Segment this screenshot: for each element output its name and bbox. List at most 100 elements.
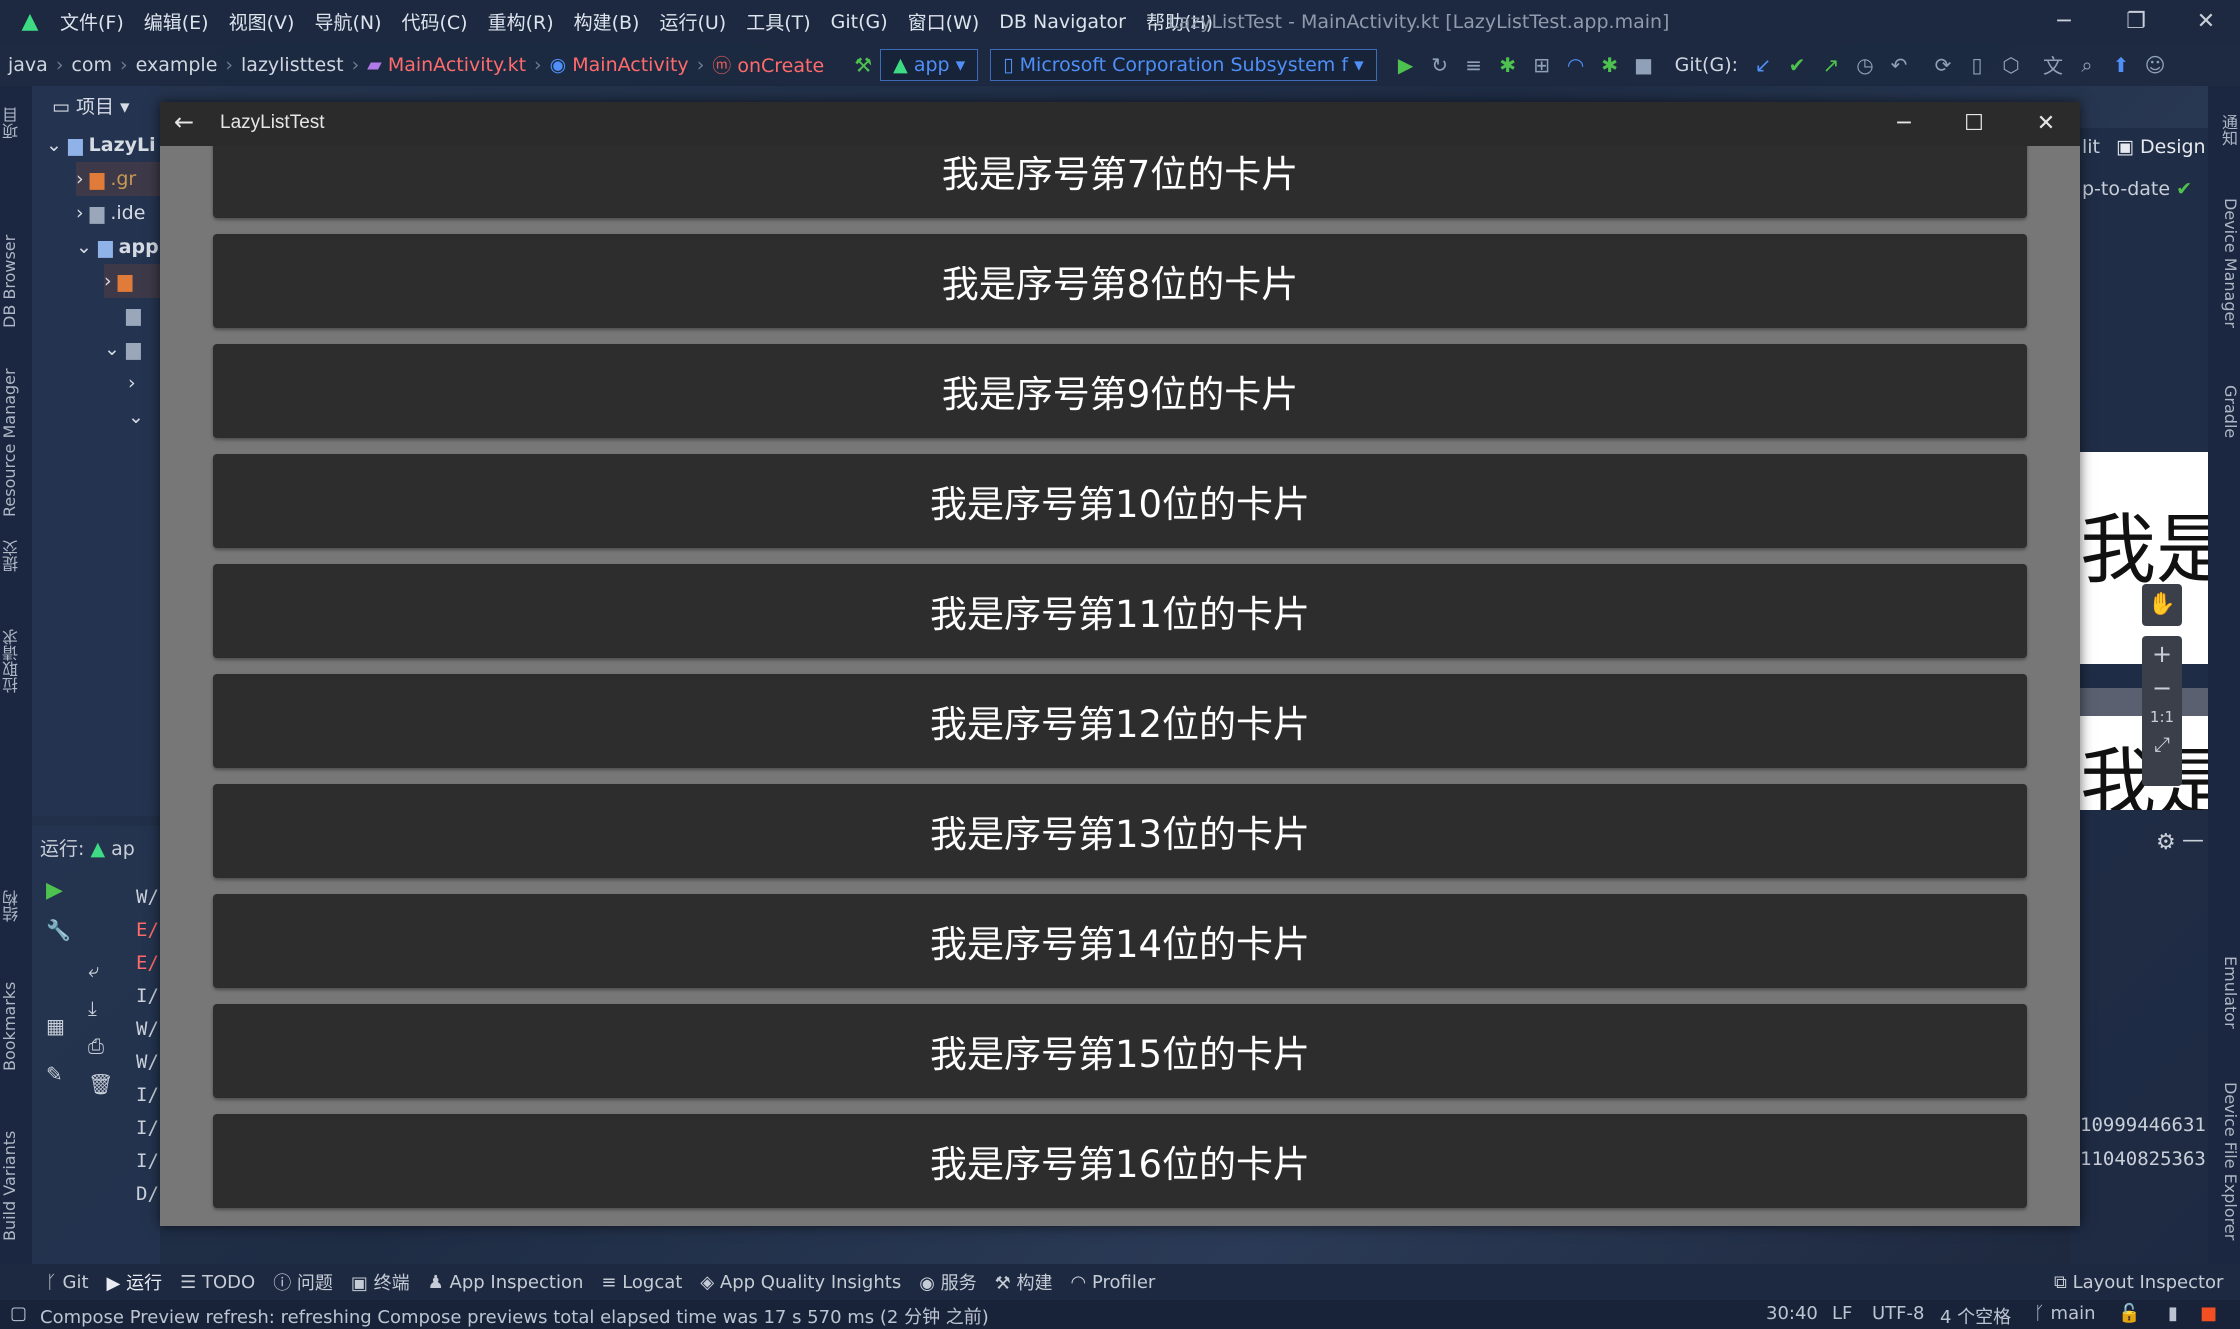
- tab-pull-requests[interactable]: 拉取请求: [0, 616, 32, 706]
- tab-project[interactable]: 项目: [0, 98, 32, 148]
- back-arrow-icon[interactable]: ←: [174, 108, 194, 136]
- menu-navigate[interactable]: 导航(N): [314, 8, 381, 35]
- settings-icon[interactable]: ⚙: [2156, 830, 2176, 855]
- menu-file[interactable]: 文件(F): [60, 8, 124, 35]
- layout-icon[interactable]: ▦: [46, 1014, 65, 1038]
- run-config-tab[interactable]: ap: [111, 838, 135, 860]
- sync-gradle-icon[interactable]: ⟳: [1926, 53, 1960, 77]
- tab-commit[interactable]: 提交: [0, 526, 32, 586]
- menu-git[interactable]: Git(G): [831, 11, 888, 33]
- hide-panel-icon[interactable]: —: [2182, 828, 2204, 853]
- memory-icon[interactable]: ▮: [2168, 1303, 2178, 1324]
- rerun-run-icon[interactable]: ▶: [46, 878, 63, 903]
- account-icon[interactable]: ☺: [2138, 53, 2172, 77]
- menu-code[interactable]: 代码(C): [401, 8, 467, 35]
- pan-hand-icon[interactable]: ✋: [2142, 584, 2182, 626]
- toolwin-aqi[interactable]: ◈ App Quality Insights: [700, 1272, 901, 1293]
- soft-wrap-icon[interactable]: ⤶: [88, 958, 99, 982]
- lock-icon[interactable]: 🔓: [2118, 1303, 2140, 1324]
- caret-position[interactable]: 30:40: [1766, 1303, 1818, 1324]
- toolwin-services[interactable]: ◉ 服务: [919, 1269, 976, 1295]
- list-card[interactable]: 我是序号第10位的卡片: [213, 454, 2027, 548]
- tab-device-manager[interactable]: Device Manager: [2208, 188, 2240, 338]
- toolwin-problems[interactable]: ⓘ 问题: [273, 1269, 333, 1295]
- zoom-reset[interactable]: 1:1: [2142, 708, 2182, 726]
- print-icon[interactable]: ⎙: [88, 1034, 104, 1058]
- rerun-icon[interactable]: ↻: [1423, 53, 1457, 77]
- zoom-in-icon[interactable]: +: [2142, 640, 2182, 668]
- tab-notifications[interactable]: 通知: [2208, 100, 2240, 160]
- toolwin-terminal[interactable]: ▣ 终端: [351, 1269, 410, 1295]
- list-card[interactable]: 我是序号第14位的卡片: [213, 894, 2027, 988]
- toolwin-app-inspection[interactable]: ♟ App Inspection: [428, 1272, 584, 1293]
- breadcrumb-example[interactable]: example: [136, 54, 218, 76]
- tree-item-libs[interactable]: ▆: [126, 298, 141, 332]
- lazy-column[interactable]: 我是序号第7位的卡片 我是序号第8位的卡片 我是序号第9位的卡片 我是序号第10…: [160, 146, 2080, 1226]
- restore-icon[interactable]: ❐: [2106, 4, 2166, 40]
- clear-icon[interactable]: 🗑: [88, 1072, 113, 1096]
- list-card[interactable]: 我是序号第13位的卡片: [213, 784, 2027, 878]
- list-card[interactable]: 我是序号第15位的卡片: [213, 1004, 2027, 1098]
- breadcrumb-lazylisttest[interactable]: lazylisttest: [241, 54, 344, 76]
- menu-view[interactable]: 视图(V): [229, 8, 295, 35]
- breadcrumb-class[interactable]: ◉ MainActivity: [550, 54, 689, 76]
- split-tab[interactable]: lit: [2082, 136, 2100, 158]
- list-card[interactable]: 我是序号第9位的卡片: [213, 344, 2027, 438]
- scroll-end-icon[interactable]: ⤓: [88, 996, 97, 1020]
- debug-icon[interactable]: ✱: [1491, 53, 1525, 77]
- tab-structure[interactable]: 结构: [0, 876, 32, 936]
- git-branch[interactable]: ᚴ main: [2034, 1303, 2096, 1324]
- build-hammer-icon[interactable]: ⚒: [846, 53, 880, 77]
- emulator-minimize-icon[interactable]: ─: [1876, 106, 1932, 142]
- breadcrumb-java[interactable]: java: [8, 54, 48, 76]
- tab-bookmarks[interactable]: Bookmarks: [0, 966, 32, 1086]
- tree-item-child-2[interactable]: ⌄: [128, 400, 144, 434]
- zoom-fit-icon[interactable]: ⤢: [2142, 732, 2182, 756]
- git-history-icon[interactable]: ◷: [1848, 53, 1882, 77]
- tree-item-gradle[interactable]: › ▆ .gr: [76, 162, 160, 196]
- emulator-maximize-icon[interactable]: ☐: [1946, 106, 2002, 142]
- line-separator[interactable]: LF: [1832, 1303, 1852, 1324]
- git-commit-icon[interactable]: ✔: [1780, 53, 1814, 77]
- tab-gradle[interactable]: Gradle: [2208, 372, 2240, 452]
- translate-icon[interactable]: 文: [2036, 50, 2070, 79]
- tree-item-src[interactable]: ⌄ ▆: [104, 332, 141, 366]
- tree-item-build[interactable]: › ▆: [104, 264, 160, 298]
- breadcrumb-file[interactable]: ▰ MainActivity.kt: [367, 54, 526, 76]
- menu-refactor[interactable]: 重构(R): [488, 8, 554, 35]
- toolwin-todo[interactable]: ☰ TODO: [180, 1272, 255, 1293]
- status-message[interactable]: Compose Preview refresh: refreshing Comp…: [40, 1303, 989, 1329]
- apply-changes-icon[interactable]: ≡: [1457, 53, 1491, 77]
- project-header[interactable]: ▭ 项目 ▾: [52, 90, 130, 124]
- toolwin-git[interactable]: ᚴ Git: [46, 1272, 89, 1293]
- git-push-icon[interactable]: ↗: [1814, 53, 1848, 77]
- status-toggle-icon[interactable]: ▢: [10, 1303, 27, 1324]
- list-card[interactable]: 我是序号第11位的卡片: [213, 564, 2027, 658]
- emulator-titlebar[interactable]: ← LazyListTest ─ ☐ ✕: [160, 102, 2080, 146]
- toolwin-profiler[interactable]: ◠ Profiler: [1071, 1272, 1156, 1293]
- tree-root[interactable]: ⌄ ▆ LazyLi: [46, 128, 156, 162]
- menu-edit[interactable]: 编辑(E): [144, 8, 209, 35]
- close-icon[interactable]: ✕: [2176, 4, 2236, 40]
- list-card[interactable]: 我是序号第12位的卡片: [213, 674, 2027, 768]
- menu-build[interactable]: 构建(B): [574, 8, 640, 35]
- design-tab[interactable]: ▣ Design: [2116, 136, 2206, 158]
- list-card[interactable]: 我是序号第8位的卡片: [213, 234, 2027, 328]
- run-icon[interactable]: ▶: [1389, 53, 1423, 77]
- git-rollback-icon[interactable]: ↶: [1882, 53, 1916, 77]
- stop-icon[interactable]: ■: [1627, 53, 1661, 77]
- menu-db-navigator[interactable]: DB Navigator: [999, 11, 1126, 33]
- tab-emulator[interactable]: Emulator: [2208, 942, 2240, 1042]
- profile-icon[interactable]: ◠: [1559, 53, 1593, 77]
- device-dropdown[interactable]: ▯ Microsoft Corporation Subsystem f ▾: [990, 48, 1377, 81]
- tab-resource-manager[interactable]: Resource Manager: [0, 328, 32, 558]
- list-card[interactable]: 我是序号第16位的卡片: [213, 1114, 2027, 1208]
- run-config-dropdown[interactable]: ▲ app ▾: [880, 48, 979, 81]
- search-icon[interactable]: ⌕: [2070, 53, 2104, 77]
- tab-build-variants[interactable]: Build Variants: [0, 1116, 32, 1256]
- breadcrumb-com[interactable]: com: [71, 54, 112, 76]
- toolwin-build[interactable]: ⚒ 构建: [995, 1269, 1053, 1295]
- toolwin-logcat[interactable]: ≡ Logcat: [601, 1272, 682, 1293]
- update-icon[interactable]: ⬆: [2104, 53, 2138, 77]
- menu-window[interactable]: 窗口(W): [908, 8, 980, 35]
